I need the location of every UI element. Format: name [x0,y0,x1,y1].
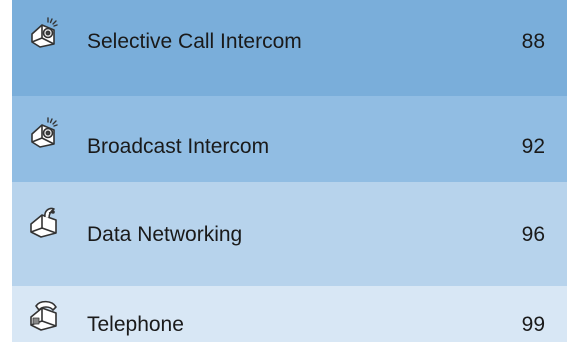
toc-entry-title: Broadcast Intercom [87,135,270,158]
toc-entry-broadcast-intercom[interactable]: Broadcast Intercom 92 [12,96,567,182]
satellite-house-icon [28,205,62,239]
toc-entry-page-number: 99 [521,313,545,336]
toc-entry-page-number: 96 [521,223,545,246]
toc-entry-title: Selective Call Intercom [87,30,302,53]
toc-entry-telephone[interactable]: Telephone 99 [12,286,567,342]
intercom-house-icon [28,116,62,150]
toc-entry-page-number: 92 [521,135,545,158]
toc-entry-data-networking[interactable]: Data Networking 96 [12,182,567,286]
telephone-house-icon [28,298,62,332]
toc-entry-selective-call-intercom[interactable]: Selective Call Intercom 88 [12,0,567,96]
toc-entry-title: Data Networking [87,223,243,246]
toc-entry-title: Telephone [87,313,184,336]
toc-entry-page-number: 88 [521,30,545,53]
table-of-contents: Selective Call Intercom 88 Broadcast Int… [12,0,567,342]
intercom-house-icon [28,16,62,50]
